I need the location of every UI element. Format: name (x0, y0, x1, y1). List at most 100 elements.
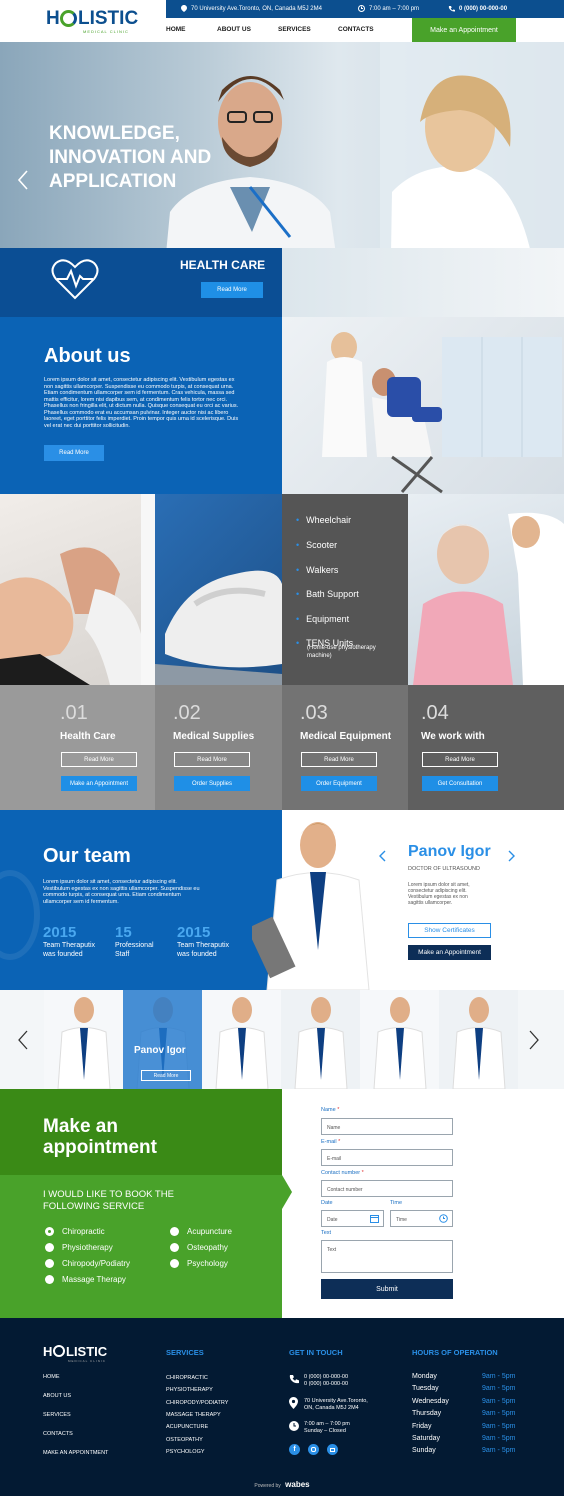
service-title: Medical Equipment (300, 731, 392, 742)
service-option[interactable]: Massage Therapy (45, 1275, 126, 1284)
footer-service-link[interactable]: CHIROPODY/PODIATRY (166, 1400, 228, 1406)
radio-icon[interactable] (45, 1275, 54, 1284)
footer-phones[interactable]: 0 (000) 00-000-00 0 (000) 00-000-00 (304, 1374, 348, 1388)
team-member-card[interactable] (439, 990, 518, 1089)
name-input[interactable]: Name (321, 1118, 453, 1135)
instagram-icon[interactable] (308, 1444, 319, 1455)
radio-icon[interactable] (170, 1227, 179, 1236)
calendar-icon[interactable] (370, 1214, 379, 1223)
carousel-prev-icon[interactable] (17, 1030, 29, 1050)
service-read-more-button[interactable]: Read More (174, 752, 250, 767)
photo-knee-care (0, 494, 141, 685)
team-member-card[interactable] (281, 990, 360, 1089)
email-label: E-mail * (321, 1139, 341, 1145)
hours-time: 9am - 5pm (482, 1385, 516, 1393)
carousel-active-name: Panov Igor (134, 1045, 186, 1056)
team-member-card[interactable] (202, 990, 281, 1089)
service-option[interactable]: Chiropody/Podiatry (45, 1259, 130, 1268)
footer-service-link[interactable]: ACUPUNCTURE (166, 1424, 208, 1430)
carousel-read-more-button[interactable]: Read More (141, 1070, 191, 1081)
hero-line-3: APPLICATION (49, 171, 177, 192)
radio-icon[interactable] (170, 1243, 179, 1252)
footer-service-link[interactable]: PHYSIOTHERAPY (166, 1387, 213, 1393)
footer-link[interactable]: MAKE AN APPOINTMENT (43, 1450, 108, 1456)
hours-day: Monday (412, 1373, 437, 1380)
service-action-button[interactable]: Order Supplies (174, 776, 250, 791)
footer-link[interactable]: ABOUT US (43, 1393, 71, 1399)
about-title: About us (44, 345, 131, 367)
footer-address: 70 University Ave.Toronto, ON, Canada M5J… (304, 1398, 368, 1411)
time-clock-icon[interactable] (439, 1214, 448, 1223)
footer-link[interactable]: CONTACTS (43, 1431, 73, 1437)
carousel-next-icon[interactable] (528, 1030, 540, 1050)
service-option[interactable]: Physiotherapy (45, 1243, 113, 1252)
radio-icon[interactable] (170, 1259, 179, 1268)
nav-home[interactable]: HOME (166, 26, 186, 33)
service-read-more-button[interactable]: Read More (301, 752, 377, 767)
email-icon[interactable] (327, 1444, 338, 1455)
service-option[interactable]: Acupuncture (170, 1227, 232, 1236)
doctor-appointment-button[interactable]: Make an Appointment (408, 945, 491, 960)
footer-clock-icon (289, 1421, 299, 1431)
hours-time: 9am - 5pm (482, 1373, 516, 1380)
nav-services[interactable]: SERVICES (278, 26, 311, 33)
logo-subtitle: MEDICAL CLINIC (83, 29, 129, 34)
top-info-bar: 70 University Ave.Toronto, ON, Canada M5… (166, 0, 564, 18)
team-member-card[interactable] (360, 990, 439, 1089)
team-next-icon[interactable] (507, 850, 515, 862)
team-member-card[interactable] (44, 990, 123, 1089)
service-read-more-button[interactable]: Read More (422, 752, 498, 767)
equipment-item[interactable]: • Equipment (296, 607, 359, 632)
address-info: 70 University Ave.Toronto, ON, Canada M5… (181, 5, 322, 12)
team-carousel: Panov Igor Read More (0, 990, 564, 1089)
hero-prev-arrow-icon[interactable] (17, 170, 29, 190)
service-option[interactable]: Psychology (170, 1259, 228, 1268)
contact-input[interactable]: Contact number (321, 1180, 453, 1197)
team-member-photo (57, 997, 111, 1089)
radio-icon[interactable] (45, 1259, 54, 1268)
about-read-more-button[interactable]: Read More (44, 445, 104, 461)
service-action-button[interactable]: Order Equipment (301, 776, 377, 791)
health-care-read-more-button[interactable]: Read More (201, 282, 263, 298)
doctor-name: Panov Igor (408, 843, 491, 860)
footer-link[interactable]: SERVICES (43, 1412, 71, 1418)
email-input[interactable]: E-mail (321, 1149, 453, 1166)
service-option-label: Psychology (187, 1259, 228, 1268)
logo[interactable]: H LISTIC MEDICAL CLINIC (46, 8, 146, 36)
footer-link[interactable]: HOME (43, 1374, 60, 1380)
powered-brand[interactable]: wabes (285, 1480, 309, 1489)
submit-button[interactable]: Submit (321, 1279, 453, 1299)
facebook-icon[interactable]: f (289, 1444, 300, 1455)
equipment-item[interactable]: • Walkers (296, 558, 359, 583)
service-read-more-button[interactable]: Read More (61, 752, 137, 767)
footer-service-link[interactable]: CHIROPRACTIC (166, 1375, 208, 1381)
hero-headline: KNOWLEDGE, INNOVATION AND APPLICATION (49, 122, 211, 194)
footer-service-link[interactable]: MASSAGE THERAPY (166, 1412, 221, 1418)
footer-logo[interactable]: H LISTIC MEDICAL CLINIC (43, 1344, 113, 1364)
footer-service-link[interactable]: OSTEOPATHY (166, 1437, 203, 1443)
make-appointment-button[interactable]: Make an Appointment (412, 18, 516, 42)
service-option[interactable]: Osteopathy (170, 1243, 228, 1252)
service-card-3: .03 Medical Equipment Read More Order Eq… (282, 685, 408, 810)
carousel-active-card[interactable]: Panov Igor Read More (123, 990, 202, 1089)
radio-icon[interactable] (45, 1243, 54, 1252)
phone-info[interactable]: 0 (000) 00-000-00 (448, 5, 507, 12)
hours-day: Friday (412, 1422, 432, 1430)
radio-icon[interactable] (45, 1227, 54, 1236)
equipment-item[interactable]: • Scooter (296, 533, 359, 558)
service-action-button[interactable]: Make an Appointment (61, 776, 137, 791)
service-action-button[interactable]: Get Consultation (422, 776, 498, 791)
nav-contacts[interactable]: CONTACTS (338, 26, 374, 33)
show-certificates-button[interactable]: Show Certificates (408, 923, 491, 938)
equipment-item[interactable]: • Bath Support (296, 582, 359, 607)
equipment-item[interactable]: • Wheelchair (296, 508, 359, 533)
hours-time: 9am - 5pm (482, 1435, 516, 1442)
team-prev-icon[interactable] (379, 850, 387, 862)
footer-service-link[interactable]: PSYCHOLOGY (166, 1449, 205, 1455)
service-option[interactable]: Chiropractic (45, 1227, 105, 1236)
contact-label: Contact number * (321, 1170, 364, 1176)
appointment-title: Make an appointment (43, 1116, 157, 1158)
address-text: 70 University Ave.Toronto, ON, Canada M5… (191, 5, 322, 12)
text-area[interactable]: Text (321, 1240, 453, 1273)
nav-about[interactable]: ABOUT US (217, 26, 251, 33)
